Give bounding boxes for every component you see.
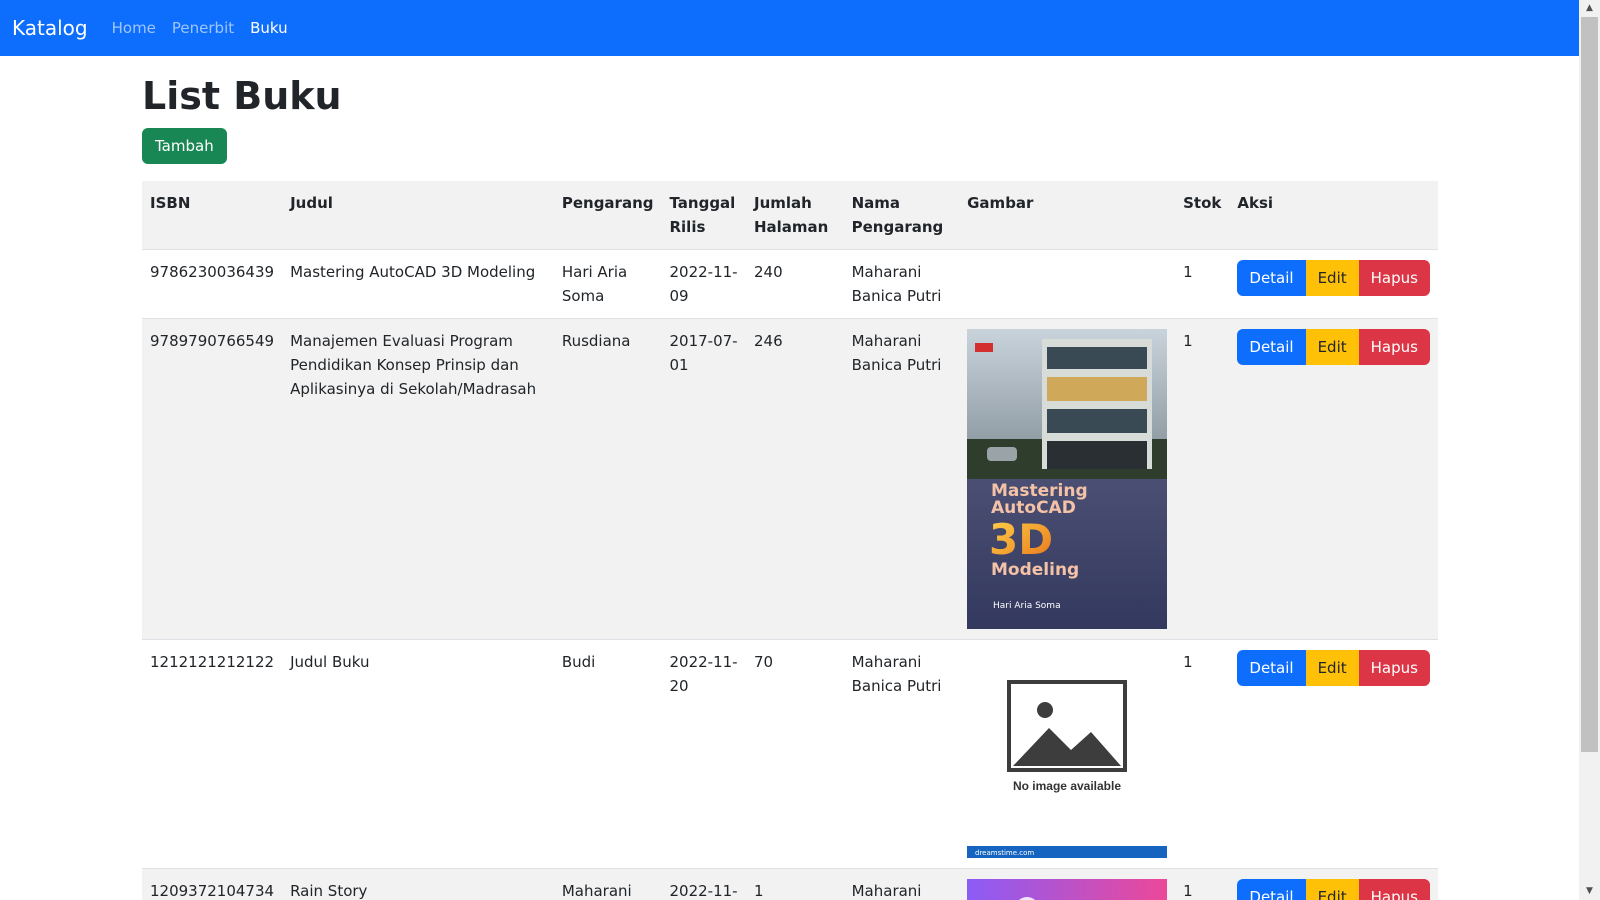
cell-gambar: Mastering AutoCAD 3D Modeling Hari Aria … — [959, 318, 1176, 640]
books-table: ISBN Judul Pengarang Tanggal Rilis Jumla… — [142, 180, 1438, 900]
nav-home[interactable]: Home — [112, 19, 156, 37]
header-gambar: Gambar — [959, 180, 1176, 250]
edit-button[interactable]: Edit — [1305, 328, 1359, 365]
header-stok: Stok — [1175, 180, 1230, 250]
edit-button[interactable]: Edit — [1305, 649, 1359, 686]
cell-judul: Rain Story — [282, 868, 554, 900]
cell-stok: 1 — [1175, 318, 1230, 640]
edit-button[interactable]: Edit — [1305, 259, 1359, 296]
delete-button[interactable]: Hapus — [1358, 878, 1430, 900]
cell-pengarang: Hari Aria Soma — [553, 249, 662, 319]
cell-pengarang: Budi — [553, 639, 662, 869]
navbar: Katalog Home Penerbit Buku — [0, 0, 1579, 56]
no-image-label: No image available — [1013, 779, 1121, 793]
cell-gambar: No image available dreamstime.com — [959, 639, 1176, 869]
header-judul: Judul — [282, 180, 554, 250]
cell-tanggal: 2017-07-01 — [661, 318, 746, 640]
cell-isbn: 9789790766549 — [142, 318, 283, 640]
delete-button[interactable]: Hapus — [1358, 649, 1430, 686]
detail-button[interactable]: Detail — [1237, 259, 1306, 296]
scrollbar-thumb[interactable] — [1581, 17, 1598, 752]
table-row: 1209372104734 Rain Story Maharani 2022-1… — [142, 868, 1438, 900]
cell-tanggal: 2022-11-20 — [661, 868, 746, 900]
cover-title-3d: 3D — [989, 515, 1053, 564]
table-row: 1212121212122 Judul Buku Budi 2022-11-20… — [142, 639, 1438, 869]
cell-aksi: Detail Edit Hapus — [1229, 318, 1438, 640]
table-header-row: ISBN Judul Pengarang Tanggal Rilis Jumla… — [142, 180, 1438, 250]
cell-stok: 1 — [1175, 868, 1230, 900]
digital-cover-image — [967, 878, 1168, 900]
cell-nama-pengarang: Maharani Banica Putri — [843, 249, 960, 319]
cell-halaman: 1 — [745, 868, 844, 900]
header-nama-pengarang: Nama Pengarang — [843, 180, 960, 250]
book-cover-image: Mastering AutoCAD 3D Modeling Hari Aria … — [967, 328, 1168, 629]
action-group: Detail Edit Hapus — [1237, 328, 1430, 365]
nav-penerbit[interactable]: Penerbit — [172, 19, 234, 37]
delete-button[interactable]: Hapus — [1358, 259, 1430, 296]
cell-pengarang: Rusdiana — [553, 318, 662, 640]
header-aksi: Aksi — [1229, 180, 1438, 250]
cell-nama-pengarang: Maharani Banica Putri — [843, 868, 960, 900]
scroll-down-icon[interactable]: ▼ — [1579, 883, 1600, 900]
page-title: List Buku — [142, 74, 342, 118]
cell-judul: Mastering AutoCAD 3D Modeling — [282, 249, 554, 319]
cell-nama-pengarang: Maharani Banica Putri — [843, 318, 960, 640]
cell-judul: Manajemen Evaluasi Program Pendidikan Ko… — [282, 318, 554, 640]
action-group: Detail Edit Hapus — [1237, 649, 1430, 686]
cover-author: Hari Aria Soma — [993, 601, 1061, 611]
cell-isbn: 1209372104734 — [142, 868, 283, 900]
scroll-up-icon[interactable]: ▲ — [1579, 0, 1600, 17]
cell-isbn: 9786230036439 — [142, 249, 283, 319]
cell-gambar — [959, 249, 1176, 319]
header-pengarang: Pengarang — [553, 180, 662, 250]
cover-title-line-4: Modeling — [991, 560, 1079, 580]
cell-aksi: Detail Edit Hapus — [1229, 868, 1438, 900]
vertical-scrollbar[interactable]: ▲ ▼ — [1579, 0, 1600, 900]
publisher-logo — [975, 342, 994, 352]
header-tanggal-rilis: Tanggal Rilis — [661, 180, 746, 250]
header-isbn: ISBN — [142, 180, 283, 250]
cell-stok: 1 — [1175, 639, 1230, 869]
table-row: 9789790766549 Manajemen Evaluasi Program… — [142, 318, 1438, 640]
action-group: Detail Edit Hapus — [1237, 259, 1430, 296]
cell-isbn: 1212121212122 — [142, 639, 283, 869]
add-book-button[interactable]: Tambah — [142, 127, 227, 164]
detail-button[interactable]: Detail — [1237, 878, 1306, 900]
detail-button[interactable]: Detail — [1237, 649, 1306, 686]
no-image-placeholder: No image available dreamstime.com — [967, 649, 1168, 858]
cell-nama-pengarang: Maharani Banica Putri — [843, 639, 960, 869]
cell-halaman: 246 — [745, 318, 844, 640]
table-row: 9786230036439 Mastering AutoCAD 3D Model… — [142, 249, 1438, 319]
cell-aksi: Detail Edit Hapus — [1229, 249, 1438, 319]
header-jumlah-halaman: Jumlah Halaman — [745, 180, 844, 250]
cell-gambar — [959, 868, 1176, 900]
cell-halaman: 70 — [745, 639, 844, 869]
edit-button[interactable]: Edit — [1305, 878, 1359, 900]
cell-tanggal: 2022-11-20 — [661, 639, 746, 869]
delete-button[interactable]: Hapus — [1358, 328, 1430, 365]
cell-judul: Judul Buku — [282, 639, 554, 869]
cell-stok: 1 — [1175, 249, 1230, 319]
cell-halaman: 240 — [745, 249, 844, 319]
nav-buku[interactable]: Buku — [250, 19, 288, 37]
cell-tanggal: 2022-11-09 — [661, 249, 746, 319]
detail-button[interactable]: Detail — [1237, 328, 1306, 365]
cell-pengarang: Maharani — [553, 868, 662, 900]
cell-aksi: Detail Edit Hapus — [1229, 639, 1438, 869]
brand-link[interactable]: Katalog — [12, 16, 88, 40]
main-container: List Buku Tambah ISBN Judul Pengarang Ta… — [142, 56, 1438, 900]
watermark-label: dreamstime.com — [975, 849, 1034, 857]
action-group: Detail Edit Hapus — [1237, 878, 1430, 900]
